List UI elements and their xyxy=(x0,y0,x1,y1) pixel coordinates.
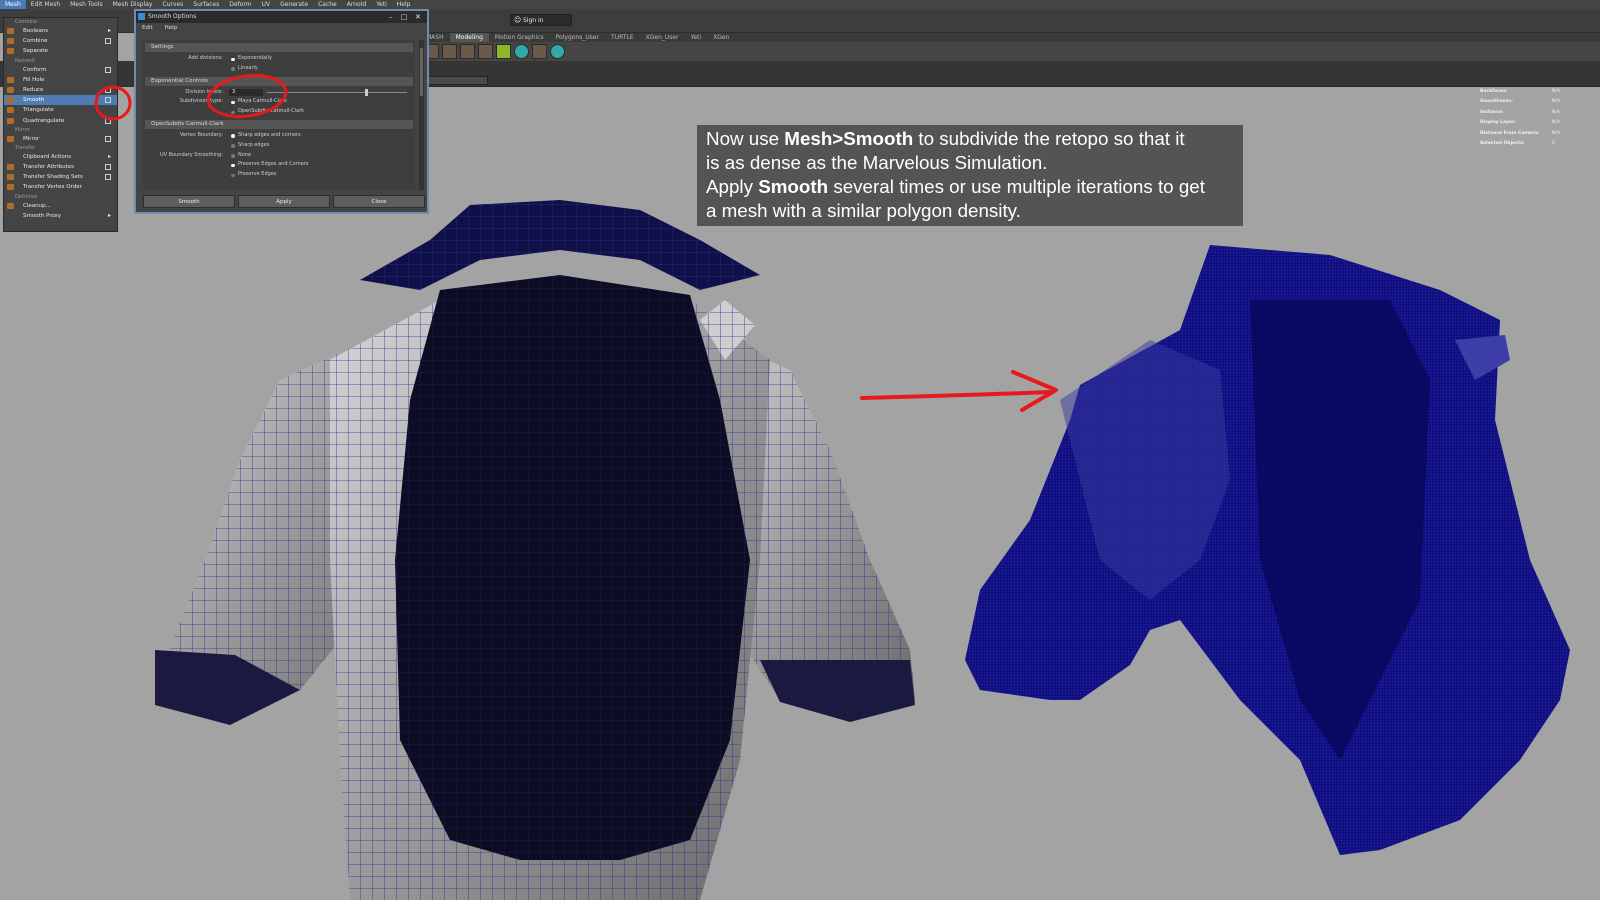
callout-text: Apply xyxy=(706,176,759,197)
callout-line: is as dense as the Marvelous Simulation. xyxy=(706,152,1048,173)
maya-window: Mesh Edit Mesh Mesh Tools Mesh Display C… xyxy=(0,0,1600,900)
callout-emphasis: Mesh>Smooth xyxy=(784,128,914,149)
annotation-circle-division-levels xyxy=(206,73,288,119)
callout-text: to subdivide the retopo so that it xyxy=(913,128,1185,149)
callout-text: several times or use multiple iterations… xyxy=(828,176,1205,197)
callout-text: Now use xyxy=(706,128,785,149)
callout-line: a mesh with a similar polygon density. xyxy=(706,200,1021,221)
callout-emphasis: Smooth xyxy=(758,176,829,197)
instruction-callout: Now use Mesh>Smooth to subdivide the ret… xyxy=(697,125,1243,226)
annotation-circle-option-box xyxy=(94,85,132,121)
callout-line: Now use Mesh>Smooth to subdivide the ret… xyxy=(706,127,1243,151)
callout-line: Apply Smooth several times or use multip… xyxy=(706,175,1243,199)
